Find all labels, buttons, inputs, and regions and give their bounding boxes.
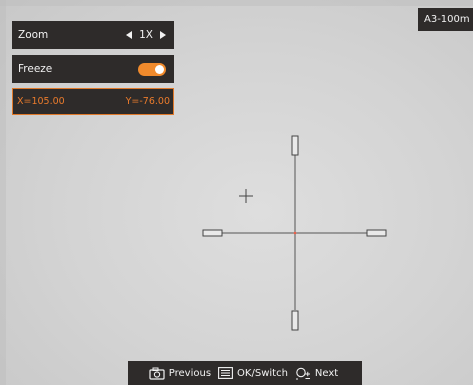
reticle-overlay: [202, 135, 387, 331]
camera-icon: [149, 367, 165, 380]
ok-switch-hint: OK/Switch: [237, 367, 288, 379]
thermal-view: Zoom 1X Freeze X=105.00 Y=-76.00 A3-100m: [0, 0, 473, 385]
menu-list-icon: [218, 367, 233, 379]
zoom-plus-minus-icon: [295, 367, 310, 379]
main-crosshair: [202, 135, 387, 331]
previous-hint: Previous: [168, 367, 212, 379]
button-hint-bar: Previous OK/Switch Next: [128, 361, 362, 385]
next-hint: Next: [314, 367, 339, 379]
crosshair-center-dot: [293, 231, 297, 235]
crosshair-right-post: [366, 229, 387, 237]
small-cross-marker: [239, 189, 253, 203]
crosshair-left-post: [202, 229, 223, 237]
crosshair-bottom-post: [291, 310, 299, 331]
crosshair-top-post: [291, 135, 299, 156]
